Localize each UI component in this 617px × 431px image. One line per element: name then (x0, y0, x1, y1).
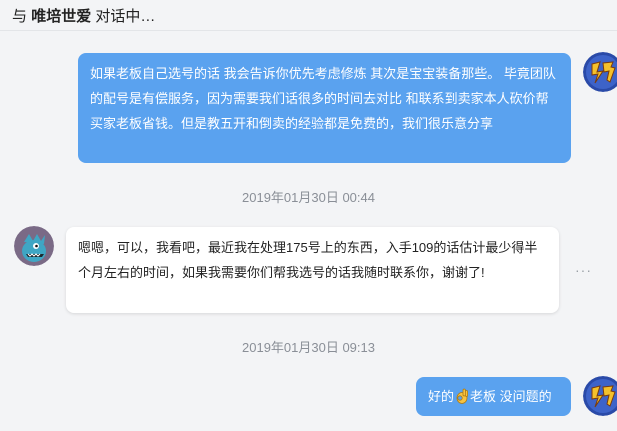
chat-header: 与 唯培世爱 对话中… (0, 0, 617, 31)
more-options-icon[interactable]: ··· (575, 262, 592, 278)
header-prefix: 与 (12, 8, 28, 25)
ok-hand-emoji-icon (455, 387, 469, 412)
my-avatar-icon[interactable] (583, 376, 617, 416)
message-text: 如果老板自己选号的话 我会告诉你优先考虑修炼 其次是宝宝装备那些。 毕竟团队的配… (90, 66, 556, 131)
my-avatar-icon[interactable] (583, 52, 617, 92)
message-text: 嗯嗯，可以，我看吧，最近我在处理175号上的东西，入手109的话估计最少得半个月… (78, 240, 538, 280)
contact-name[interactable]: 唯培世爱 (31, 8, 91, 25)
contact-avatar-icon[interactable] (14, 226, 54, 266)
timestamp: 2019年01月30日 00:44 (242, 190, 375, 205)
chat-status: 对话中… (95, 8, 156, 25)
chat-title: 与 唯培世爱 对话中… (12, 5, 155, 26)
message-bubble-received[interactable]: 嗯嗯，可以，我看吧，最近我在处理175号上的东西，入手109的话估计最少得半个月… (66, 227, 559, 313)
message-bubble-sent[interactable]: 好的 老板 没问题的 (416, 377, 571, 416)
message-text-after-emoji: 老板 没问题的 (470, 389, 552, 404)
timestamp: 2019年01月30日 09:13 (242, 340, 375, 355)
message-bubble-sent[interactable]: 如果老板自己选号的话 我会告诉你优先考虑修炼 其次是宝宝装备那些。 毕竟团队的配… (78, 53, 571, 163)
message-text-before-emoji: 好的 (428, 389, 455, 404)
